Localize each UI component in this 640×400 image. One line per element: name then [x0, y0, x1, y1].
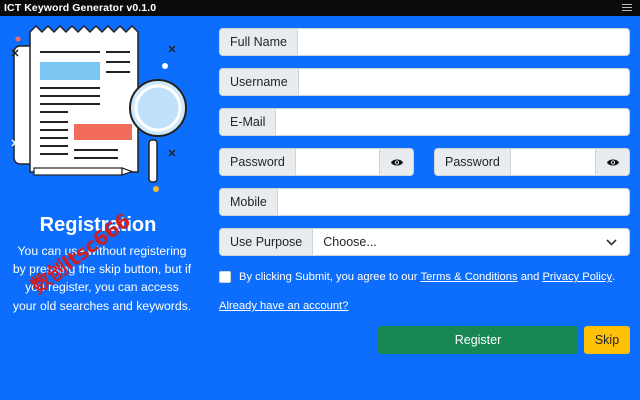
title-bar: ICT Keyword Generator v0.1.0 [0, 0, 640, 16]
use-purpose-selected: Choose... [323, 235, 377, 249]
chevron-down-icon [606, 238, 617, 246]
use-purpose-label: Use Purpose [220, 229, 314, 255]
email-group: E-Mail [219, 108, 630, 136]
skip-button[interactable]: Skip [584, 326, 630, 354]
use-purpose-select[interactable]: Choose... [313, 229, 629, 255]
username-group: Username [219, 68, 630, 96]
password-confirm-input[interactable] [510, 149, 595, 175]
password-input[interactable] [295, 149, 379, 175]
password-label: Password [220, 149, 296, 175]
eye-icon[interactable] [379, 149, 413, 175]
privacy-policy-link[interactable]: Privacy Policy [542, 271, 612, 283]
terms-row: By clicking Submit, you agree to our Ter… [219, 270, 615, 284]
terms-suffix: . [612, 271, 616, 283]
hamburger-icon[interactable] [622, 4, 632, 12]
full-name-group: Full Name [219, 28, 630, 56]
password-confirm-group: Password [434, 148, 630, 176]
terms-and: and [520, 271, 540, 283]
left-panel: Registration You can use without registe… [0, 16, 205, 400]
mobile-group: Mobile [219, 188, 630, 216]
newspaper-magnifier-illustration [11, 24, 187, 192]
email-label: E-Mail [220, 109, 277, 135]
username-label: Username [220, 69, 299, 95]
use-purpose-group: Use Purpose Choose... [219, 228, 630, 256]
terms-checkbox[interactable] [219, 271, 231, 283]
eye-icon[interactable] [595, 149, 629, 175]
mobile-label: Mobile [220, 189, 278, 215]
terms-conditions-link[interactable]: Terms & Conditions [421, 271, 518, 283]
register-button[interactable]: Register [378, 326, 578, 354]
terms-prefix: By clicking Submit, you agree to our [239, 271, 418, 283]
password-confirm-label: Password [435, 149, 511, 175]
already-have-account-link[interactable]: Already have an account? [219, 300, 348, 312]
email-input[interactable] [276, 109, 629, 135]
mobile-input[interactable] [277, 189, 629, 215]
username-input[interactable] [298, 69, 629, 95]
full-name-input[interactable] [297, 29, 629, 55]
full-name-label: Full Name [220, 29, 298, 55]
password-group: Password [219, 148, 414, 176]
window-title: ICT Keyword Generator v0.1.0 [4, 2, 157, 14]
